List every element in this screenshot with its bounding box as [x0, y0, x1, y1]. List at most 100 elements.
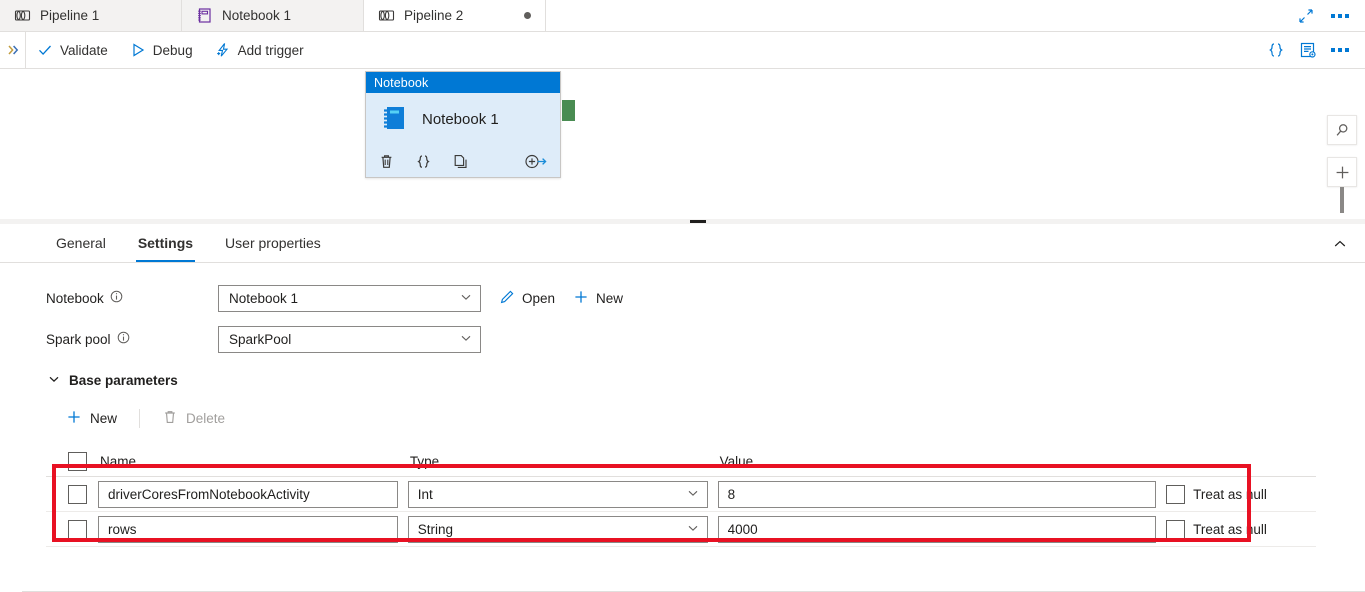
parameter-type-value: String	[418, 522, 687, 537]
treat-as-null-cell: Treat as null	[1166, 485, 1316, 504]
notebook-value: Notebook 1	[229, 291, 460, 306]
row-select-cell	[46, 520, 98, 539]
zoom-slider-track[interactable]	[1340, 187, 1344, 213]
copy-activity-icon[interactable]	[452, 153, 469, 170]
plus-icon	[66, 409, 82, 428]
more-dots	[1331, 14, 1349, 18]
spark-pool-label-group: Spark pool	[46, 331, 218, 347]
canvas-zoom-controls	[1327, 115, 1357, 213]
parameter-type-select[interactable]: String	[408, 516, 708, 543]
document-tab-strip: Pipeline 1 Notebook 1 Pipeline 2	[0, 0, 1365, 32]
info-icon[interactable]	[117, 331, 130, 347]
chevron-down-icon	[460, 291, 472, 306]
select-all-checkbox[interactable]	[68, 452, 87, 471]
more-dots	[1331, 48, 1349, 52]
trash-icon	[162, 409, 178, 428]
expand-icon[interactable]	[1291, 2, 1321, 30]
tab-notebook-1[interactable]: Notebook 1	[182, 0, 364, 31]
properties-tab-bar: General Settings User properties	[0, 224, 1365, 263]
chevron-down-icon	[687, 522, 699, 537]
pencil-icon	[499, 289, 515, 308]
spark-pool-select[interactable]: SparkPool	[218, 326, 481, 353]
parameter-value-input[interactable]	[718, 481, 1156, 508]
tab-label: User properties	[225, 235, 321, 251]
magnifier-icon[interactable]	[1327, 115, 1357, 145]
tab-label: Settings	[138, 235, 193, 251]
tab-settings[interactable]: Settings	[126, 224, 205, 262]
activity-card-notebook[interactable]: Notebook Notebook 1	[365, 71, 561, 178]
more-icon[interactable]	[1325, 2, 1355, 30]
row-select-cell	[46, 485, 98, 504]
chevron-double-right-icon[interactable]	[0, 32, 26, 69]
tab-general[interactable]: General	[44, 224, 118, 262]
pipeline-canvas[interactable]: Notebook Notebook 1	[0, 69, 1365, 220]
parameter-name-input[interactable]	[98, 516, 398, 543]
validate-button[interactable]: Validate	[26, 32, 119, 69]
notebook-select[interactable]: Notebook 1	[218, 285, 481, 312]
notebook-activity-icon	[379, 103, 409, 136]
pipeline-editor: Pipeline 1 Notebook 1 Pipeline 2	[0, 0, 1365, 592]
column-header-value: Value	[718, 454, 1166, 469]
treat-as-null-label: Treat as null	[1193, 487, 1267, 502]
select-all-cell	[46, 452, 98, 471]
row-select-checkbox[interactable]	[68, 520, 87, 539]
treat-as-null-checkbox[interactable]	[1166, 485, 1185, 504]
play-icon	[130, 42, 146, 58]
parameter-type-select[interactable]: Int	[408, 481, 708, 508]
treat-as-null-label: Treat as null	[1193, 522, 1267, 537]
activity-name: Notebook 1	[422, 111, 499, 128]
more-icon[interactable]	[1325, 36, 1355, 64]
tab-pipeline-1[interactable]: Pipeline 1	[0, 0, 182, 31]
activity-type-header: Notebook	[366, 72, 560, 93]
activity-body: Notebook 1	[366, 93, 560, 145]
table-row: Int Treat as null	[46, 477, 1316, 512]
tab-user-properties[interactable]: User properties	[213, 224, 333, 262]
parameter-value-cell	[718, 516, 1166, 543]
parameter-name-cell	[98, 481, 408, 508]
new-label: New	[90, 411, 117, 426]
parameter-type-cell: Int	[408, 481, 718, 508]
chevron-down-icon	[48, 373, 60, 388]
pipeline-icon	[14, 7, 31, 24]
base-parameters-section-toggle[interactable]: Base parameters	[48, 373, 1365, 388]
chevron-up-icon[interactable]	[1327, 232, 1353, 256]
spark-pool-field-row: Spark pool SparkPool	[46, 326, 1365, 352]
new-label: New	[596, 291, 623, 306]
code-braces-icon[interactable]	[1261, 36, 1291, 64]
plus-icon[interactable]	[1327, 157, 1357, 187]
chevron-down-icon	[460, 332, 472, 347]
treat-as-null-cell: Treat as null	[1166, 520, 1316, 539]
new-parameter-button[interactable]: New	[54, 402, 129, 434]
notebook-icon	[196, 7, 213, 24]
activity-success-connector[interactable]	[562, 100, 575, 121]
new-notebook-button[interactable]: New	[573, 289, 623, 308]
tab-label: Pipeline 2	[404, 8, 463, 23]
parameter-value-input[interactable]	[718, 516, 1156, 543]
tab-pipeline-2[interactable]: Pipeline 2	[364, 0, 546, 31]
unsaved-changes-indicator	[524, 12, 531, 19]
debug-button[interactable]: Debug	[119, 32, 204, 69]
notebook-field-row: Notebook Notebook 1	[46, 285, 1365, 311]
open-notebook-button[interactable]: Open	[499, 289, 555, 308]
properties-icon[interactable]	[1293, 36, 1323, 64]
add-trigger-button[interactable]: Add trigger	[204, 32, 315, 69]
code-braces-icon[interactable]	[415, 153, 432, 170]
row-select-checkbox[interactable]	[68, 485, 87, 504]
delete-activity-icon[interactable]	[378, 153, 395, 170]
parameter-type-value: Int	[418, 487, 687, 502]
pipeline-icon	[378, 7, 395, 24]
add-trigger-label: Add trigger	[238, 43, 304, 58]
spark-pool-value: SparkPool	[229, 332, 460, 347]
parameter-name-input[interactable]	[98, 481, 398, 508]
toolbar-divider	[139, 409, 140, 428]
base-parameters-table: Name Type Value Int	[46, 447, 1316, 547]
command-bar-right-actions	[1261, 36, 1365, 64]
open-label: Open	[522, 291, 555, 306]
add-output-dependency-icon[interactable]	[524, 153, 548, 170]
treat-as-null-checkbox[interactable]	[1166, 520, 1185, 539]
check-icon	[37, 42, 53, 58]
info-icon[interactable]	[110, 290, 123, 306]
delete-parameter-button[interactable]: Delete	[150, 402, 237, 434]
spark-pool-label: Spark pool	[46, 332, 111, 347]
table-header-row: Name Type Value	[46, 447, 1316, 477]
